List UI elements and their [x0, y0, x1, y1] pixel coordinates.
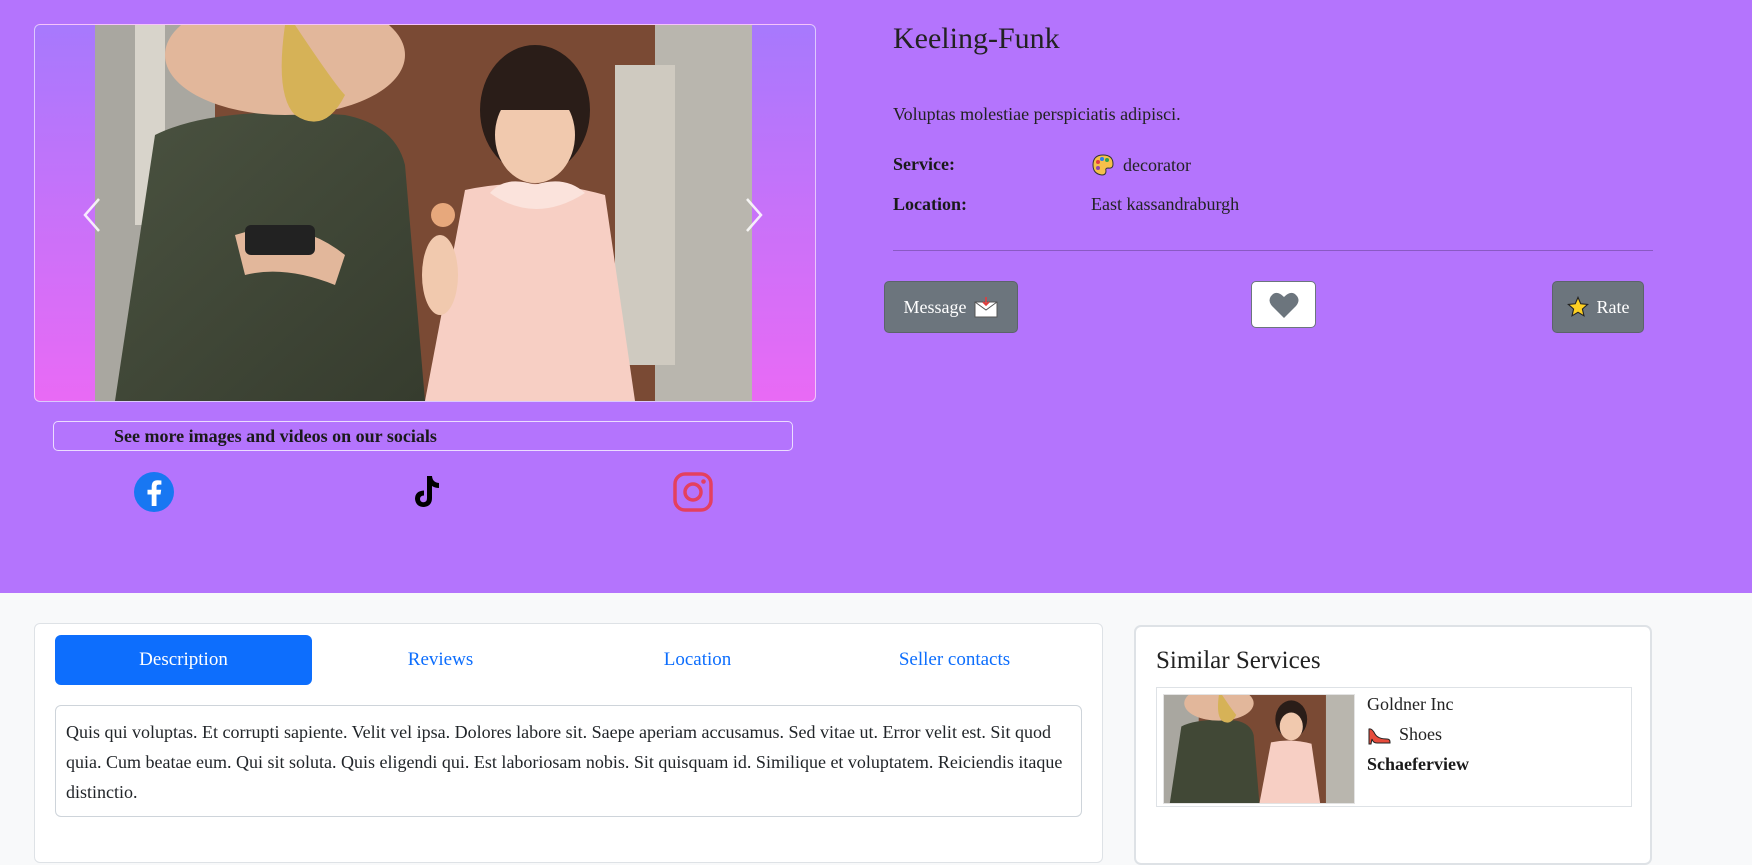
similar-service-thumbnail [1163, 694, 1355, 804]
envelope-icon [974, 297, 998, 318]
similar-service-category: Shoes [1367, 724, 1442, 745]
image-carousel[interactable] [34, 24, 816, 402]
tab-location[interactable]: Location [569, 635, 826, 685]
listing-title: Keeling-Funk [893, 22, 1060, 55]
socials-banner: See more images and videos on our social… [53, 421, 793, 451]
facebook-link[interactable] [132, 470, 176, 514]
high-heel-icon [1368, 727, 1391, 744]
service-text: decorator [1123, 154, 1191, 175]
description-text: Quis qui voluptas. Et corrupti sapiente.… [55, 705, 1082, 817]
location-value: East kassandraburgh [1091, 194, 1239, 215]
similar-service-location: Schaeferview [1367, 754, 1469, 774]
location-text: East kassandraburgh [1091, 194, 1240, 214]
tab-description[interactable]: Description [55, 635, 312, 685]
similar-services-title: Similar Services [1156, 647, 1321, 674]
location-label: Location: [893, 194, 967, 214]
tab-reviews[interactable]: Reviews [312, 635, 569, 685]
hero-section: See more images and videos on our social… [0, 0, 1752, 593]
similar-services-card: Similar Services Goldner Inc Shoes Schae… [1134, 625, 1652, 865]
message-label: Message [903, 296, 967, 317]
chevron-right-icon [746, 198, 763, 232]
carousel-next-button[interactable] [739, 195, 769, 235]
service-label: Service: [893, 154, 955, 174]
details-card: Description Reviews Location Seller cont… [34, 623, 1103, 863]
carousel-image [95, 25, 752, 401]
listing-subtitle: Voluptas molestiae perspiciatis adipisci… [893, 104, 1181, 124]
similar-service-name: Goldner Inc [1367, 694, 1454, 714]
similar-service-item[interactable]: Goldner Inc Shoes Schaeferview [1156, 687, 1632, 807]
message-button[interactable]: Message [884, 281, 1018, 333]
carousel-prev-button[interactable] [77, 195, 107, 235]
heart-icon [1269, 292, 1298, 318]
favorite-button[interactable] [1251, 281, 1316, 328]
tiktok-link[interactable] [402, 470, 446, 514]
chevron-left-icon [83, 198, 100, 232]
facebook-icon [134, 472, 174, 512]
rate-button[interactable]: Rate [1552, 281, 1644, 333]
details-divider [893, 250, 1653, 251]
similar-service-category-text: Shoes [1399, 724, 1443, 744]
instagram-icon [673, 472, 713, 512]
rate-label: Rate [1596, 296, 1630, 317]
palette-icon [1092, 154, 1114, 176]
service-value: decorator [1091, 153, 1191, 177]
star-icon [1566, 296, 1589, 317]
tab-seller-contacts[interactable]: Seller contacts [826, 635, 1083, 685]
tiktok-icon [415, 476, 439, 507]
instagram-link[interactable] [671, 470, 715, 514]
